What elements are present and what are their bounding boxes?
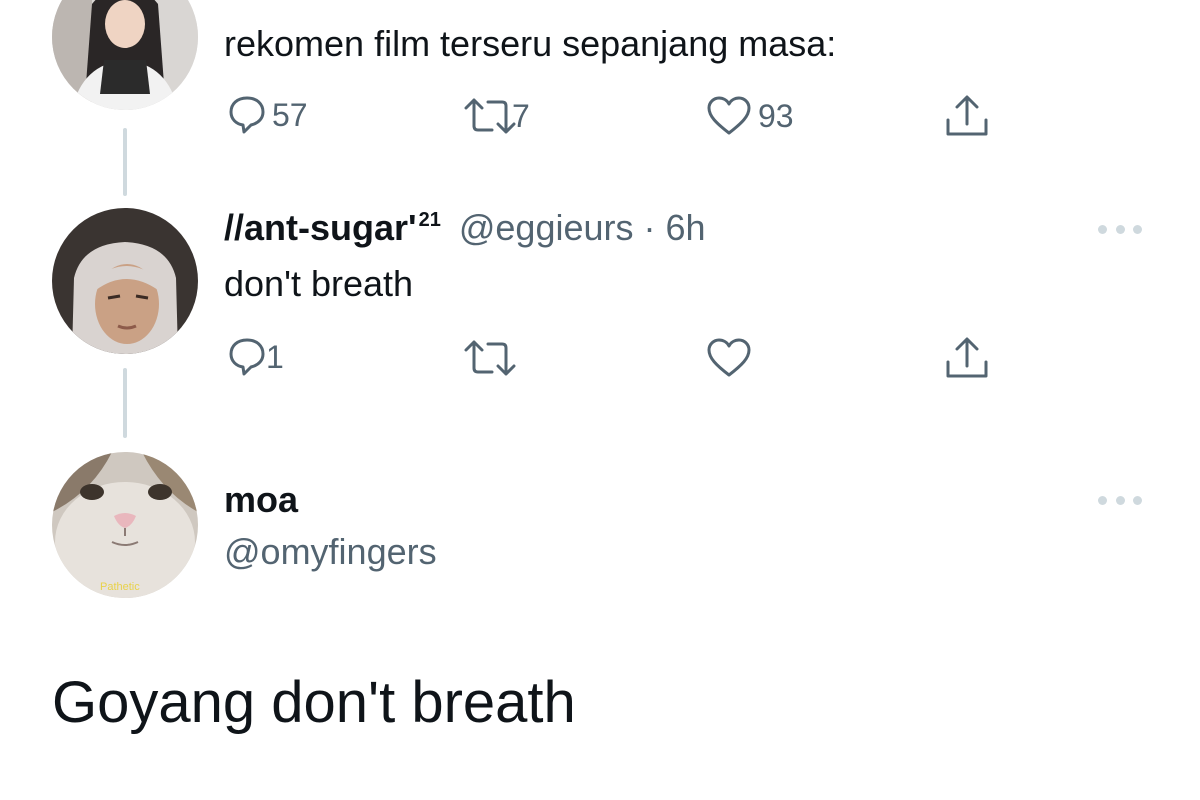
retweet-arrows-icon xyxy=(464,340,516,376)
like-count: 93 xyxy=(758,97,794,134)
share-button[interactable] xyxy=(944,336,990,380)
thread-connector xyxy=(123,128,127,196)
tweet-text: don't breath xyxy=(224,263,414,304)
display-name[interactable]: //ant-sugar' xyxy=(224,207,417,248)
share-button[interactable] xyxy=(944,94,990,138)
tweet-text: rekomen film terseru sepanjang masa: xyxy=(224,23,837,64)
avatar[interactable] xyxy=(52,452,198,598)
display-name[interactable]: moa xyxy=(224,478,298,522)
tweet-main-text: Goyang don't breath xyxy=(52,670,576,735)
display-name-superscript: 21 xyxy=(418,209,441,231)
heart-outline-icon xyxy=(707,96,751,135)
share-upload-icon xyxy=(946,337,988,378)
retweet-arrows-icon xyxy=(464,98,516,134)
reply-count: 1 xyxy=(266,338,284,375)
handle[interactable]: @omyfingers xyxy=(224,530,437,574)
speech-bubble-icon xyxy=(229,96,265,134)
like-button[interactable]: 93 xyxy=(706,95,794,137)
handle-and-time[interactable]: @eggieurs · 6h xyxy=(459,207,706,248)
reply-button[interactable]: 1 xyxy=(228,336,284,378)
avatar[interactable] xyxy=(52,0,198,110)
avatar[interactable] xyxy=(52,208,198,354)
reply-count: 57 xyxy=(272,96,308,133)
ellipsis-icon[interactable] xyxy=(1098,493,1142,507)
tweet-header: //ant-sugar' 21 @eggieurs · 6h xyxy=(224,206,706,256)
speech-bubble-icon xyxy=(229,338,265,376)
thread-connector xyxy=(123,368,127,438)
retweet-button[interactable]: 7 xyxy=(462,96,530,136)
retweet-count: 7 xyxy=(512,97,530,134)
reply-button[interactable]: 57 xyxy=(228,94,308,136)
heart-outline-icon xyxy=(707,338,751,377)
avatar-caption: Pathetic xyxy=(100,581,140,593)
retweet-button[interactable] xyxy=(462,338,518,378)
ellipsis-icon[interactable] xyxy=(1098,222,1142,236)
like-button[interactable] xyxy=(706,337,752,379)
share-upload-icon xyxy=(946,95,988,136)
